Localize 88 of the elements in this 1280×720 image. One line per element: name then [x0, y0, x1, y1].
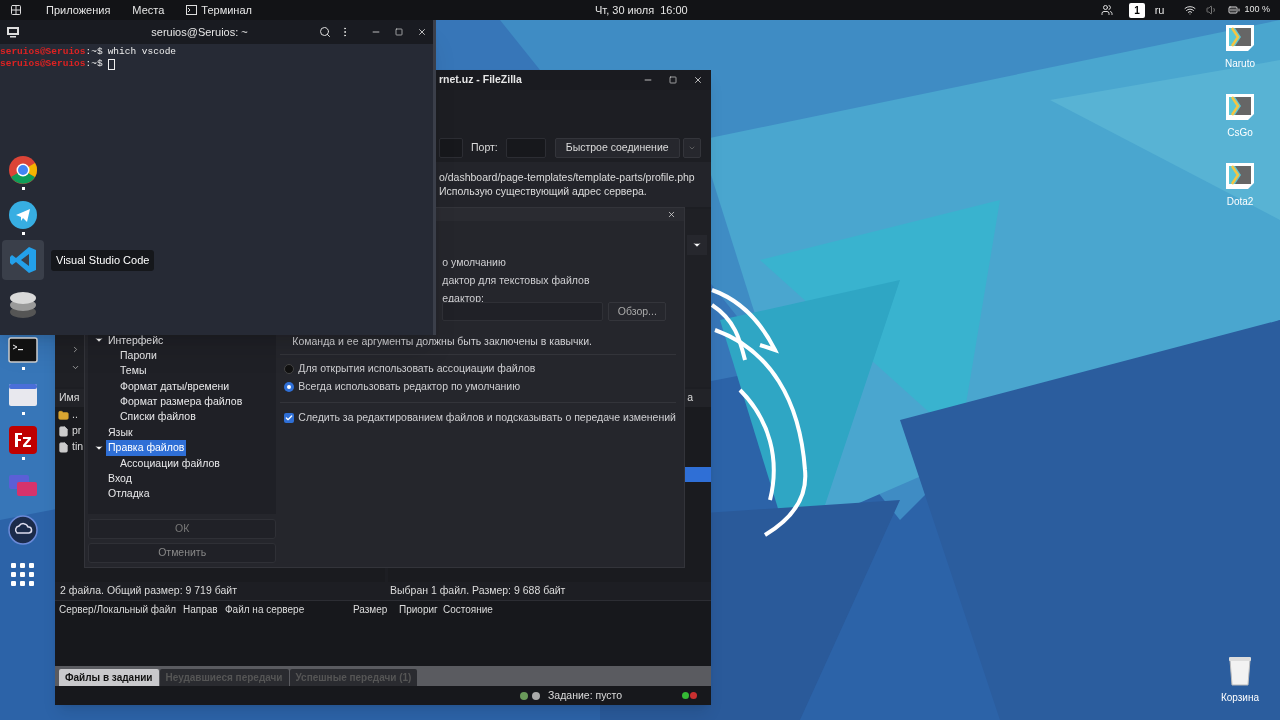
- close-icon[interactable]: [693, 75, 703, 85]
- column-header[interactable]: Состояние: [439, 602, 519, 617]
- vscode-icon: [7, 245, 38, 275]
- tooltip: Visual Studio Code: [51, 250, 155, 271]
- launcher-icon: [1225, 162, 1255, 190]
- tree-item[interactable]: Формат даты/времени: [118, 378, 232, 395]
- close-icon[interactable]: [417, 27, 427, 37]
- terminal-prompt-user: seruios@Seruios: [0, 58, 86, 70]
- tab[interactable]: Файлы в задании: [59, 669, 159, 686]
- file-name[interactable]: tin: [72, 439, 84, 455]
- column-header[interactable]: Приориг: [395, 602, 439, 617]
- radio-label: Для открытия использовать ассоциации файлов: [298, 360, 536, 376]
- local-status: 2 файла. Общий размер: 9 719 байт: [59, 583, 238, 599]
- queue-status: Задание: пусто: [548, 687, 623, 703]
- ok-button[interactable]: ОК: [88, 519, 277, 539]
- desktop-icon-label[interactable]: Корзина: [1220, 690, 1260, 705]
- activities-icon[interactable]: [10, 4, 22, 16]
- clock[interactable]: Чт, 30 июля 16:00: [595, 1, 688, 19]
- tree-item[interactable]: Вход: [106, 471, 134, 487]
- text-cursor: [107, 58, 115, 70]
- tree-item[interactable]: Отладка: [106, 486, 152, 503]
- radio-button[interactable]: [284, 363, 295, 374]
- browse-button[interactable]: Обзор...: [608, 302, 667, 321]
- cancel-button[interactable]: Отменить: [88, 543, 277, 563]
- radio-label: Всегда использовать редактор по умолчанию: [298, 378, 521, 394]
- windows-icon: [7, 472, 38, 498]
- terminal-prompt-path: :~$: [85, 46, 103, 58]
- column-header[interactable]: а: [687, 390, 693, 406]
- caret-icon: [687, 144, 696, 152]
- active-app-menu[interactable]: Терминал: [201, 1, 252, 19]
- top-menu[interactable]: Приложения: [46, 1, 111, 19]
- column-header[interactable]: Размер: [349, 602, 395, 617]
- keyboard-layout[interactable]: ru: [1154, 1, 1165, 19]
- checkbox-label: Следить за редактированием файлов и подсказывать о передаче изменений: [298, 409, 676, 425]
- launcher-icon: [1225, 24, 1255, 52]
- file-name[interactable]: pr: [72, 423, 82, 439]
- workspace-indicator[interactable]: 1: [1129, 2, 1145, 18]
- top-menu[interactable]: Места: [132, 1, 165, 19]
- hint-text: Команда и ее аргументы должны быть заключены в кавычки.: [291, 334, 593, 349]
- tree-item[interactable]: Списки файлов: [118, 409, 198, 426]
- wifi-icon[interactable]: [1184, 4, 1197, 16]
- trash-icon: [1228, 656, 1252, 686]
- battery-icon[interactable]: [1228, 4, 1241, 16]
- file-icon: [58, 441, 69, 453]
- log-line: Использую существующий адрес сервера.: [439, 184, 648, 198]
- folder-icon: [58, 409, 69, 421]
- maximize-icon[interactable]: [669, 76, 677, 84]
- filezilla-icon: [7, 425, 38, 455]
- column-header[interactable]: Файл на сервере: [221, 602, 349, 617]
- log-line: o/dashboard/page-templates/template-parts/profile.php: [439, 170, 696, 184]
- terminal-prompt-path: :~$: [85, 58, 103, 70]
- tree-item[interactable]: Ассоциации файлов: [118, 455, 222, 472]
- app-grid-icon: [10, 563, 35, 587]
- port-label: Порт:: [471, 140, 498, 156]
- option-text: дактор для текстовых файлов: [441, 273, 591, 288]
- tree-item[interactable]: Пароли: [118, 347, 159, 364]
- tree-item[interactable]: Правка файлов: [106, 440, 187, 456]
- close-icon[interactable]: [667, 210, 676, 219]
- battery-level: 100 %: [1244, 3, 1270, 17]
- people-icon[interactable]: [1101, 4, 1114, 16]
- window-title: seruios@Seruios: ~: [150, 24, 249, 40]
- file-icon: [58, 425, 69, 437]
- column-header[interactable]: Сервер/Локальный файл: [55, 602, 179, 617]
- maximize-icon[interactable]: [395, 28, 403, 36]
- file-name[interactable]: ..: [72, 407, 78, 423]
- caret-icon: [692, 240, 702, 250]
- column-header[interactable]: Направ: [179, 602, 221, 617]
- checkbox[interactable]: [284, 412, 295, 423]
- cloud-icon: [7, 515, 38, 545]
- offline-led: [690, 692, 697, 699]
- radio-button[interactable]: [284, 381, 295, 392]
- tree-item[interactable]: Темы: [118, 363, 149, 380]
- tree-item[interactable]: Формат размера файлов: [118, 394, 245, 410]
- search-icon[interactable]: [319, 26, 331, 38]
- terminal-icon: [186, 5, 198, 15]
- input-field[interactable]: [439, 138, 463, 158]
- quickconnect-button[interactable]: Быстрое соединение: [554, 138, 680, 158]
- window-title: rnet.uz - FileZilla: [439, 72, 522, 88]
- option-text: о умолчанию: [441, 255, 507, 270]
- tree-item[interactable]: Язык: [106, 424, 135, 441]
- online-led: [682, 692, 689, 699]
- folder-icon: [7, 382, 38, 408]
- terminal-icon: [7, 337, 38, 363]
- tree-item[interactable]: Интерфейс: [106, 332, 166, 349]
- launcher-icon: [1225, 93, 1255, 121]
- remote-status: Выбран 1 файл. Размер: 9 688 байт: [389, 583, 566, 599]
- terminal-prompt-user: seruios@Seruios: [0, 46, 86, 58]
- terminal-command: which vscode: [107, 46, 177, 58]
